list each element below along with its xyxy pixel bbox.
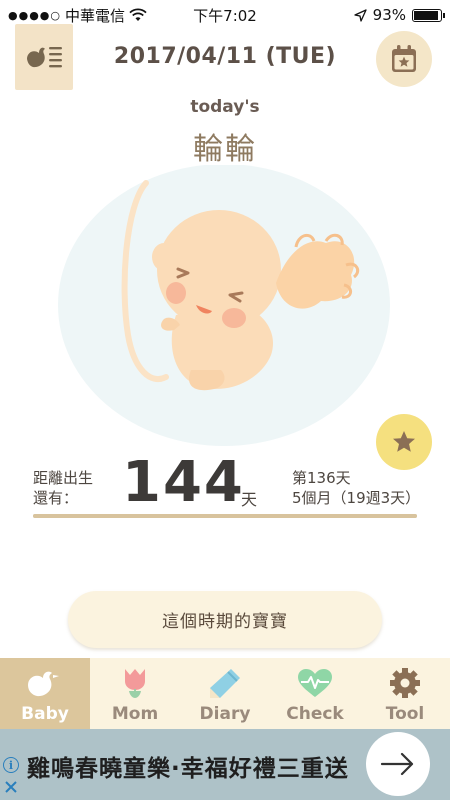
pregnancy-day-count: 第136天: [292, 469, 351, 487]
ad-text: 雞鳴春曉童樂·幸福好禮三重送: [27, 756, 349, 782]
ad-banner[interactable]: i 雞鳴春曉童樂·幸福好禮三重送: [0, 729, 450, 800]
calendar-button[interactable]: [376, 31, 432, 87]
tulip-icon: [125, 669, 145, 698]
tab-check[interactable]: Check: [270, 658, 360, 729]
tab-check-label: Check: [286, 704, 344, 724]
baby-name: 輪輪: [193, 132, 257, 167]
tab-diary-label: Diary: [199, 704, 251, 724]
battery-level: [414, 10, 439, 20]
pencil-icon: [210, 669, 240, 698]
baby-this-period-button[interactable]: 這個時期的寶寶: [68, 591, 382, 648]
tab-baby[interactable]: Baby: [0, 658, 90, 729]
location-arrow-icon: [354, 8, 367, 22]
gear-icon: [390, 668, 420, 698]
carrier-name: 中華電信: [65, 6, 126, 25]
bird-icon: [28, 671, 59, 697]
arrow-right-icon: [380, 752, 414, 776]
countdown-days-value: 144: [122, 450, 245, 515]
signal-strength-icon: ●●●●○: [8, 8, 61, 22]
ad-open-button[interactable]: [366, 732, 430, 796]
tab-mom-label: Mom: [111, 704, 159, 724]
ad-close-icon[interactable]: [4, 780, 18, 794]
battery-percent: 93%: [372, 6, 406, 24]
pregnancy-progress-bar: [33, 514, 417, 518]
countdown-label: 距離出生 還有：: [33, 469, 94, 507]
heartbeat-icon: [298, 669, 332, 697]
tab-baby-label: Baby: [21, 704, 69, 724]
countdown-unit: 天: [241, 490, 258, 509]
pregnancy-month-week: 5個月（19週3天）: [292, 489, 421, 507]
tab-diary[interactable]: Diary: [180, 658, 270, 729]
todays-label: today's: [190, 97, 260, 117]
tab-tool[interactable]: Tool: [360, 658, 450, 729]
tab-mom[interactable]: Mom: [90, 658, 180, 729]
pregnancy-progress-fill: [33, 514, 417, 518]
star-icon: [393, 431, 415, 452]
tab-tool-label: Tool: [385, 704, 425, 724]
tab-bar: Baby Mom Diary Check Tool: [0, 658, 450, 729]
fetus-illustration: [56, 164, 396, 450]
wifi-icon: [129, 8, 147, 21]
ad-info-icon[interactable]: i: [3, 757, 19, 773]
battery-icon: [412, 8, 445, 22]
favorite-star-button[interactable]: [376, 414, 432, 470]
calendar-star-icon: [392, 45, 416, 72]
